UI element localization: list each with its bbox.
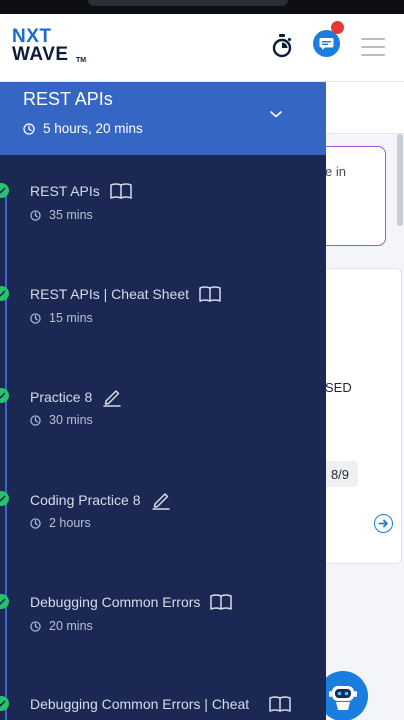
list-item[interactable]: Debugging Common Errors | Cheat (0, 695, 326, 720)
item-title: REST APIs | Cheat Sheet (30, 285, 221, 303)
drawer-header[interactable]: REST APIs 5 hours, 20 mins (0, 82, 326, 155)
nxtwave-logo[interactable]: NXT WAVE TM (12, 26, 92, 70)
content-top-strip (326, 82, 404, 134)
check-icon (0, 388, 9, 403)
item-duration-text: 15 mins (49, 311, 93, 325)
pencil-icon (151, 490, 171, 510)
drawer-duration: 5 hours, 20 mins (23, 121, 143, 136)
clock-icon (23, 122, 35, 135)
clock-icon (30, 312, 41, 324)
item-duration: 35 mins (30, 208, 93, 222)
item-duration: 30 mins (30, 413, 93, 427)
item-duration: 2 hours (30, 516, 91, 530)
banner-partial-text: e in (325, 164, 346, 179)
item-title: Debugging Common Errors (30, 593, 233, 611)
list-item[interactable]: Practice 8 30 mins (0, 387, 326, 447)
chat-icon (319, 37, 334, 50)
item-label: Debugging Common Errors | Cheat (30, 696, 250, 712)
check-icon (0, 594, 9, 609)
item-duration-text: 20 mins (49, 619, 93, 633)
drawer-duration-text: 5 hours, 20 mins (43, 121, 143, 136)
scrollbar[interactable] (397, 134, 403, 226)
item-title: Debugging Common Errors | Cheat (30, 695, 291, 713)
book-icon (210, 593, 233, 611)
item-label: REST APIs | Cheat Sheet (30, 286, 190, 302)
clock-icon (30, 517, 41, 529)
clock-icon (30, 414, 41, 426)
menu-icon[interactable] (361, 38, 385, 56)
logo-line-2: WAVE (12, 44, 69, 65)
drawer-title: REST APIs (23, 89, 113, 109)
item-duration-text: 30 mins (49, 413, 93, 427)
item-label: Coding Practice 8 (30, 492, 141, 508)
item-duration-text: 35 mins (49, 208, 93, 222)
notification-dot (331, 21, 344, 34)
pencil-icon (102, 387, 122, 407)
item-label: Debugging Common Errors (30, 594, 201, 610)
item-title: Coding Practice 8 (30, 490, 171, 510)
clock-icon (30, 209, 41, 221)
item-title: Practice 8 (30, 387, 122, 407)
check-icon (0, 183, 9, 198)
next-arrow-button[interactable] (374, 514, 393, 533)
check-icon (0, 491, 9, 506)
arrow-right-icon (378, 519, 388, 528)
item-label: Practice 8 (30, 389, 93, 405)
book-icon (199, 285, 221, 303)
item-duration-text: 2 hours (49, 516, 91, 530)
item-duration: 20 mins (30, 619, 93, 633)
check-icon (0, 696, 9, 711)
list-item[interactable]: Coding Practice 8 2 hours (0, 490, 326, 550)
robot-icon (329, 686, 357, 710)
logo-trademark: TM (76, 57, 87, 64)
status-bar (0, 0, 404, 14)
course-drawer: REST APIs 5 hours, 20 mins REST APIs 35 … (0, 82, 326, 720)
item-title: REST APIs (30, 182, 132, 200)
book-icon (269, 695, 291, 713)
book-icon (110, 182, 132, 200)
status-notch (88, 0, 288, 6)
list-item[interactable]: REST APIs | Cheat Sheet 15 mins (0, 285, 326, 345)
stopwatch-icon[interactable] (271, 34, 293, 58)
chat-button[interactable] (313, 30, 340, 57)
list-item[interactable]: Debugging Common Errors 20 mins (0, 593, 326, 653)
item-label: REST APIs (30, 183, 100, 199)
chevron-down-icon[interactable] (268, 107, 284, 121)
item-duration: 15 mins (30, 311, 93, 325)
check-icon (0, 286, 9, 301)
clock-icon (30, 620, 41, 632)
progress-counter: 8/9 (322, 461, 358, 487)
card-status-partial-text: SED (325, 380, 352, 395)
list-item[interactable]: REST APIs 35 mins (0, 182, 326, 242)
